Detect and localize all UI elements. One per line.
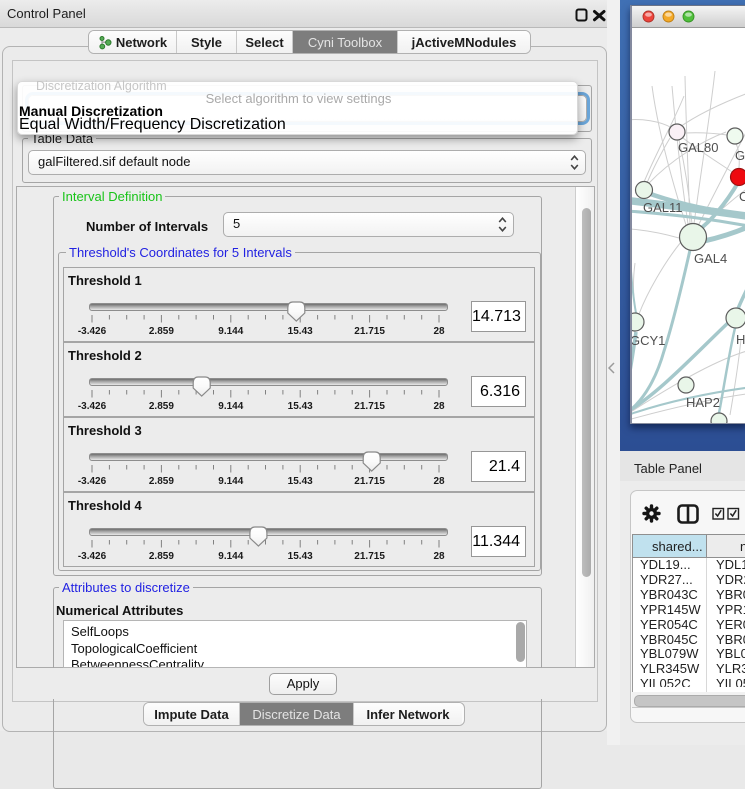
svg-text:HA: HA <box>736 332 745 347</box>
svg-text:GAL11: GAL11 <box>643 200 683 215</box>
svg-text:GCY1: GCY1 <box>632 333 665 348</box>
svg-text:GA: GA <box>735 148 745 163</box>
svg-text:CY: CY <box>739 189 745 204</box>
svg-text:GAL80: GAL80 <box>678 140 718 155</box>
svg-text:GAL4: GAL4 <box>694 251 727 266</box>
svg-text:HAP2: HAP2 <box>686 395 720 410</box>
